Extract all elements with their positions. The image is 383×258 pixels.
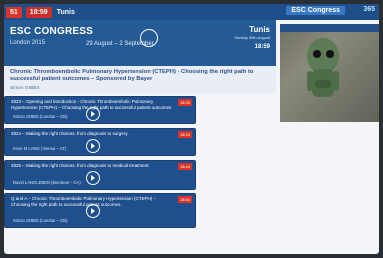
talk-label: 4825 – Making the right choices: from di… (11, 163, 150, 168)
emblem-icon (140, 29, 158, 47)
header-city: Tunis (249, 25, 270, 34)
congress-subtitle: London 2015 (10, 40, 46, 46)
talk-speaker: Irene M LANG (Vienna – AT) (13, 146, 67, 151)
conference-header: ESC CONGRESS London 2015 29 August – 2 S… (4, 20, 276, 66)
talk-time: 18:34 (177, 131, 192, 138)
talk-time: 18:54 (177, 196, 192, 203)
talk-speaker: Simon GIBBS (London – GB) (13, 218, 68, 223)
talk-list: 4823 – Opening and introduction - Chroni… (4, 96, 276, 254)
play-icon[interactable] (86, 204, 100, 218)
session-panel: Chronic Thromboembolic Pulmonary Hyperte… (4, 66, 276, 94)
session-chair: Simon GIBBS (10, 86, 40, 91)
talk-card[interactable]: 4823 – Opening and introduction - Chroni… (4, 96, 196, 124)
header-date: Sunday 30th August (234, 35, 270, 40)
talk-speaker: Simon GIBBS (London – GB) (13, 114, 68, 119)
top-bar: 51 18:59 Tunis ESC Congress 365 (4, 4, 379, 20)
esc-brand-label: ESC Congress (286, 6, 345, 15)
congress-logo: ESC CONGRESS (10, 26, 93, 37)
play-icon[interactable] (86, 171, 100, 185)
talk-speaker: David LANGLEBEN (Montreal – CA) (13, 180, 81, 185)
talk-card[interactable]: Q and A – Chronic Thromboembolic Pulmona… (4, 193, 196, 228)
session-title: Chronic Thromboembolic Pulmonary Hyperte… (10, 69, 254, 82)
top-count-badge: 51 (6, 6, 22, 18)
play-icon[interactable] (86, 139, 100, 153)
header-time: 18:59 (254, 44, 270, 50)
top-time-badge: 18:59 (25, 6, 52, 18)
top-city-label: Tunis (56, 8, 75, 16)
esc-brand-number: 365 (363, 6, 375, 13)
screen: 51 18:59 Tunis ESC Congress 365 ESC CONG… (4, 4, 379, 254)
talk-time: 18:30 (177, 99, 192, 106)
video-thumbnail[interactable] (280, 24, 379, 122)
talk-card[interactable]: 4824 – Making the right choices: from di… (4, 128, 196, 156)
talk-label: 4824 – Making the right choices: from di… (11, 131, 129, 136)
play-icon[interactable] (86, 107, 100, 121)
talk-card[interactable]: 4825 – Making the right choices: from di… (4, 160, 196, 190)
video-topbar (280, 24, 379, 32)
talk-time: 18:44 (177, 163, 192, 170)
doll-figure (307, 38, 339, 97)
